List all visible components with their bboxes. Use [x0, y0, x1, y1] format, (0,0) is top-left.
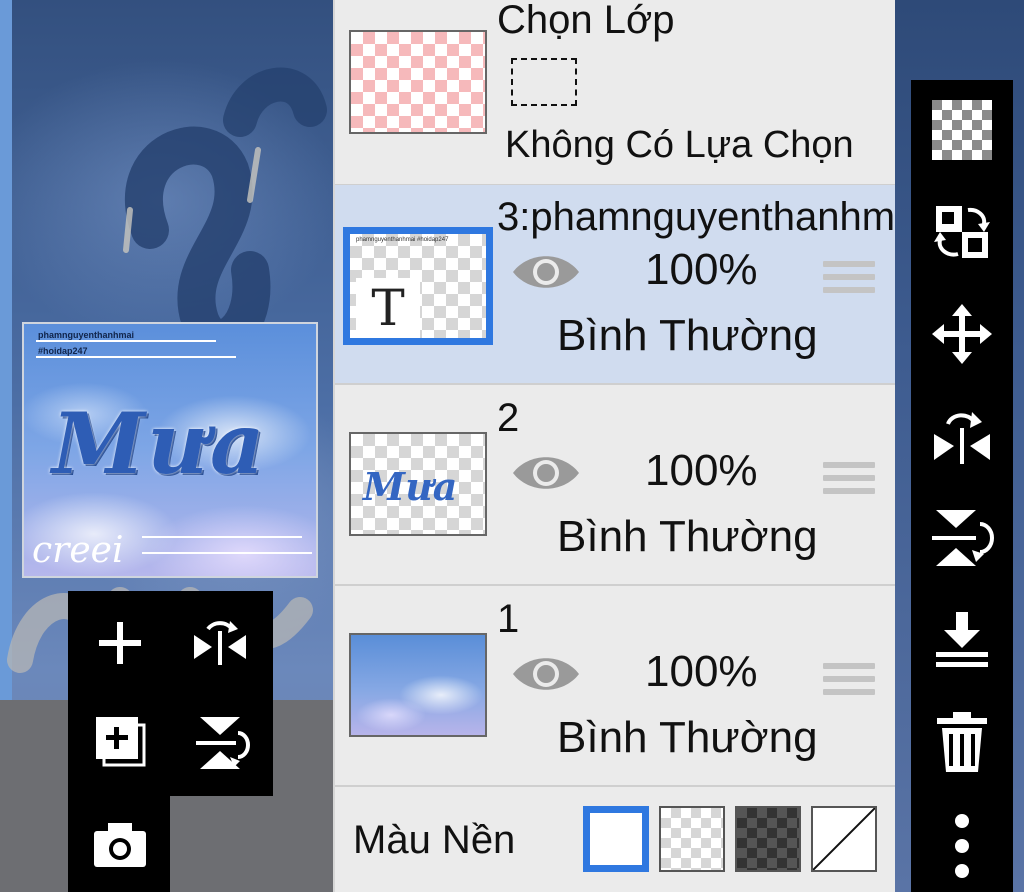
flip-layer-vertical-icon[interactable] — [922, 498, 1002, 578]
layer-thumbnail — [349, 633, 487, 737]
preview-underline — [142, 552, 312, 554]
preview-underline — [142, 536, 302, 538]
text-layer-icon: T — [356, 278, 420, 338]
visibility-eye-icon[interactable] — [511, 450, 581, 501]
layer-name: 2 — [497, 396, 520, 440]
more-icon[interactable] — [922, 806, 1002, 886]
sky-thumbnail-image — [351, 635, 485, 735]
visibility-eye-icon[interactable] — [511, 651, 581, 702]
layer-thumbnail: Mưa — [349, 432, 487, 536]
drag-handle-icon[interactable] — [823, 462, 875, 501]
layer-row[interactable]: Mưa 2 100% Bình Thường — [333, 386, 895, 586]
drag-handle-icon[interactable] — [823, 261, 875, 300]
layer-thumbnail-text: Mưa — [363, 464, 458, 509]
swatch-white[interactable] — [583, 806, 649, 872]
background-color-row: Màu Nền — [333, 788, 895, 892]
flip-horizontal-icon[interactable] — [180, 603, 260, 683]
layer-opacity[interactable]: 100% — [645, 245, 758, 295]
preview-underline — [36, 356, 236, 358]
swatch-none[interactable] — [811, 806, 877, 872]
layer-thumbnail: phamnguyenthanhmai #hoidap247 T — [343, 227, 493, 345]
selection-marquee-icon — [511, 58, 577, 106]
preview-username: phamnguyenthanhmai — [38, 330, 135, 340]
layer-name: 3:phamnguyenthanhmai — [497, 195, 895, 239]
swatch-dark-checker[interactable] — [735, 806, 801, 872]
layer-tool-pad-extension — [68, 796, 170, 892]
flip-layer-horizontal-icon[interactable] — [922, 396, 1002, 476]
layer-blend-mode[interactable]: Bình Thường — [557, 713, 818, 763]
layer-panel: Chọn Lớp Không Có Lựa Chọn phamnguyentha… — [333, 0, 895, 892]
swatch-light-checker[interactable] — [659, 806, 725, 872]
camera-icon[interactable] — [80, 804, 160, 884]
layer-opacity[interactable]: 100% — [645, 446, 758, 496]
duplicate-layer-icon[interactable] — [80, 703, 160, 783]
layer-row[interactable]: phamnguyenthanhmai #hoidap247 T 3:phamng… — [333, 185, 895, 385]
right-toolbar — [911, 80, 1013, 892]
layer-row[interactable]: 1 100% Bình Thường — [333, 587, 895, 787]
preview-signature: creei — [32, 530, 124, 571]
layer-blend-mode[interactable]: Bình Thường — [557, 311, 818, 361]
layer-thumbnail-text: phamnguyenthanhmai #hoidap247 — [356, 237, 449, 243]
panel-divider — [333, 0, 335, 892]
move-icon[interactable] — [922, 294, 1002, 374]
preview-artwork-word: Mưa — [52, 394, 267, 493]
preview-hashtag: #hoidap247 — [38, 346, 88, 356]
layer-tool-pad — [68, 591, 273, 796]
transparency-icon[interactable] — [922, 90, 1002, 170]
visibility-eye-icon[interactable] — [511, 249, 581, 300]
selection-layer-title: Chọn Lớp — [497, 0, 675, 42]
layer-name: 1 — [497, 597, 520, 641]
drag-handle-icon[interactable] — [823, 663, 875, 702]
delete-icon[interactable] — [922, 702, 1002, 782]
merge-down-icon[interactable] — [922, 600, 1002, 680]
selection-thumbnail — [349, 30, 487, 134]
background-color-label: Màu Nền — [353, 818, 516, 862]
canvas-preview[interactable]: phamnguyenthanhmai #hoidap247 Mưa creei — [22, 322, 318, 578]
layer-opacity[interactable]: 100% — [645, 647, 758, 697]
preview-underline — [36, 340, 216, 342]
layer-blend-mode[interactable]: Bình Thường — [557, 512, 818, 562]
flip-vertical-icon[interactable] — [180, 703, 260, 783]
selection-status: Không Có Lựa Chọn — [505, 124, 854, 166]
add-layer-icon[interactable] — [80, 603, 160, 683]
selection-layer-row[interactable]: Chọn Lớp Không Có Lựa Chọn — [333, 0, 895, 186]
swap-layers-icon[interactable] — [922, 192, 1002, 272]
